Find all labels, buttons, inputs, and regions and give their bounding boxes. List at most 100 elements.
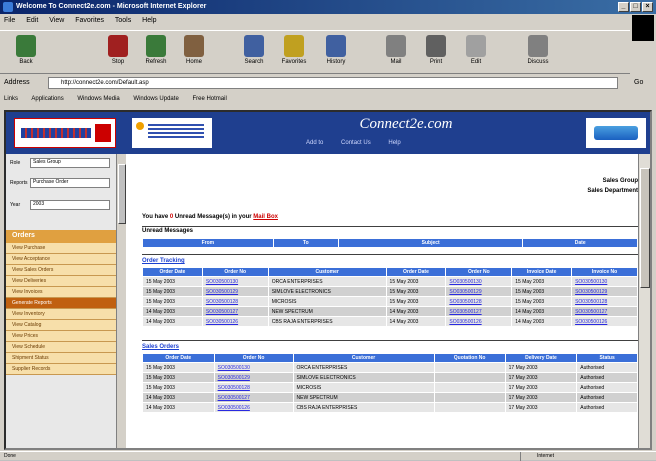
sidebar-item[interactable]: View Sales Orders [6, 265, 116, 276]
col-customer[interactable]: Customer [292, 353, 435, 363]
table-row: 15 May 2003 SO030500129 SIMLOVE ELECTRON… [142, 372, 638, 383]
menu-tools[interactable]: Tools [115, 17, 131, 24]
sidebar-item[interactable]: View Acceptance [6, 254, 116, 265]
sidebar-scrollbar[interactable] [116, 154, 126, 448]
col-order-date[interactable]: Order Date [142, 267, 203, 277]
table-row: 15 May 2003 SO030500128 MICROSIS 15 May … [142, 296, 638, 307]
status-text: Done [4, 453, 16, 459]
sponsor-logo[interactable] [586, 118, 646, 148]
menu-view[interactable]: View [49, 17, 64, 24]
refresh-icon [146, 35, 166, 57]
site-header: Connect2e.com Add to Contact Us Help [6, 112, 650, 154]
home-button[interactable]: Home [176, 35, 212, 65]
windows-logo-icon [632, 15, 654, 41]
address-label: Address [4, 79, 30, 86]
col-subject[interactable]: Subject [337, 238, 524, 248]
mail-box-link[interactable]: Mail Box [253, 214, 278, 220]
table-row: 14 May 2003 SO030500126 CBS RAJA ENTERPR… [142, 402, 638, 413]
back-button[interactable]: Back [8, 35, 44, 65]
sidebar-item[interactable]: View Deliveries [6, 276, 116, 287]
user-department: Sales Department [587, 188, 638, 194]
table-row: 15 May 2003 SO030500130 ORCA ENTERPRISES… [142, 276, 638, 287]
stop-icon [108, 35, 128, 57]
favorites-button[interactable]: Favorites [276, 35, 312, 65]
site-nav: Add to Contact Us Help [306, 140, 417, 146]
company-logo[interactable] [14, 118, 116, 148]
status-bar: Done Internet [0, 451, 656, 461]
menu-edit[interactable]: Edit [26, 17, 38, 24]
col-order-no-2[interactable]: Order No [445, 267, 513, 277]
nav-contact[interactable]: Contact Us [341, 140, 371, 146]
window-title: Welcome To Connect2e.com - Microsoft Int… [16, 3, 207, 10]
address-input[interactable]: http://connect2e.com/Default.asp [48, 77, 618, 89]
col-quotation-no[interactable]: Quotation No [433, 353, 506, 363]
col-invoice-no[interactable]: Invoice No [571, 267, 638, 277]
table-row: 14 May 2003 SO030500127 NEW SPECTRUM 17 … [142, 392, 638, 403]
year-select[interactable]: 2003 [30, 200, 110, 210]
discuss-button[interactable]: Discuss [520, 35, 556, 65]
partner-logo[interactable] [132, 118, 212, 148]
search-icon [244, 35, 264, 57]
edit-button[interactable]: Edit [458, 35, 494, 65]
search-button[interactable]: Search [236, 35, 272, 65]
col-order-date-2[interactable]: Order Date [385, 267, 447, 277]
links-bar: Links Applications Windows Media Windows… [0, 92, 656, 106]
sidebar-item[interactable]: Shipment Status [6, 353, 116, 364]
user-info: Sales Group Sales Department [587, 176, 638, 196]
sidebar-item[interactable]: View Prices [6, 331, 116, 342]
minimize-button[interactable]: _ [618, 2, 629, 12]
link-free-hotmail[interactable]: Free Hotmail [192, 96, 226, 102]
col-delivery-date[interactable]: Delivery Date [504, 353, 578, 363]
menu-file[interactable]: File [4, 17, 15, 24]
history-button[interactable]: History [318, 35, 354, 65]
sidebar-item[interactable]: Generate Reports [6, 298, 116, 309]
title-bar: Welcome To Connect2e.com - Microsoft Int… [0, 0, 656, 14]
nav-help[interactable]: Help [388, 140, 400, 146]
page-scrollbar[interactable] [638, 154, 650, 448]
col-date[interactable]: Date [522, 238, 638, 248]
col-order-no[interactable]: Order No [213, 353, 294, 363]
sidebar-item[interactable]: View Catalog [6, 320, 116, 331]
page-scroll-thumb[interactable] [640, 168, 650, 288]
role-select[interactable]: Sales Group [30, 158, 110, 168]
sidebar-item[interactable]: View Purchase [6, 243, 116, 254]
ie-logo-icon [3, 2, 13, 12]
reports-select[interactable]: Purchase Order [30, 178, 110, 188]
sidebar-item[interactable]: View Inventory [6, 309, 116, 320]
go-button[interactable]: Go [634, 76, 643, 90]
link-applications[interactable]: Applications [31, 96, 63, 102]
menu-favorites[interactable]: Favorites [75, 17, 104, 24]
col-status[interactable]: Status [576, 353, 638, 363]
links-label: Links [4, 96, 19, 102]
stop-button[interactable]: Stop [100, 35, 136, 65]
nav-add[interactable]: Add to [306, 140, 323, 146]
col-order-no[interactable]: Order No [201, 267, 269, 277]
sales-title[interactable]: Sales Orders [142, 344, 179, 350]
link-windows-media[interactable]: Windows Media [77, 96, 119, 102]
maximize-button[interactable]: □ [630, 2, 641, 12]
table-row: 14 May 2003 SO030500126 CBS RAJA ENTERPR… [142, 316, 638, 327]
refresh-button[interactable]: Refresh [138, 35, 174, 65]
print-button[interactable]: Print [418, 35, 454, 65]
orders-title[interactable]: Order Tracking [142, 258, 185, 264]
col-to[interactable]: To [272, 238, 339, 248]
sidebar-year: Year 2003 [10, 200, 110, 210]
close-button[interactable]: × [642, 2, 653, 12]
sidebar-menu-head: Orders [6, 230, 116, 243]
col-order-date[interactable]: Order Date [142, 353, 215, 363]
edit-icon [466, 35, 486, 57]
link-windows-update[interactable]: Windows Update [133, 96, 178, 102]
divider [142, 226, 638, 227]
toolbar: Back Stop Refresh Home Search Favorites … [0, 30, 630, 74]
sidebar-item[interactable]: View Invoices [6, 287, 116, 298]
main-content: Sales Group Sales Department You have 0 … [130, 156, 638, 448]
sidebar-item[interactable]: View Schedule [6, 342, 116, 353]
sidebar-scroll-thumb[interactable] [118, 164, 126, 224]
col-customer[interactable]: Customer [267, 267, 387, 277]
col-from[interactable]: From [142, 238, 274, 248]
mail-button[interactable]: Mail [378, 35, 414, 65]
menu-help[interactable]: Help [142, 17, 156, 24]
browser-window: Welcome To Connect2e.com - Microsoft Int… [0, 0, 656, 461]
sidebar-item[interactable]: Supplier Records [6, 364, 116, 375]
col-invoice-date[interactable]: Invoice Date [511, 267, 573, 277]
